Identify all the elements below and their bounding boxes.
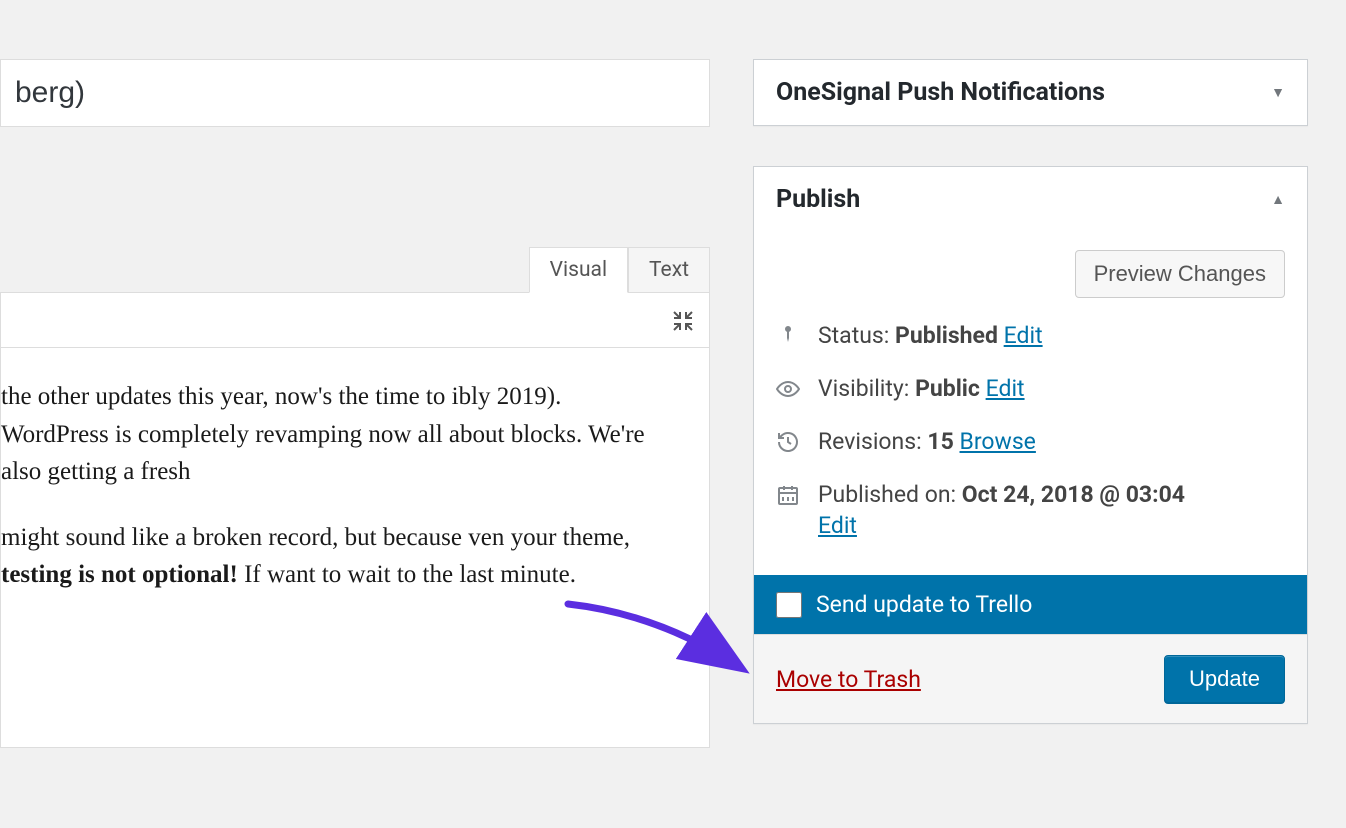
trello-row: Send update to Trello [754, 575, 1307, 634]
post-title-input[interactable] [0, 59, 710, 127]
preview-changes-button[interactable]: Preview Changes [1075, 250, 1285, 298]
published-value: Oct 24, 2018 @ 03:04 [962, 481, 1185, 508]
onesignal-metabox: OneSignal Push Notifications ▼ [753, 59, 1308, 126]
browse-revisions-link[interactable]: Browse [960, 428, 1036, 455]
trello-label: Send update to Trello [816, 591, 1032, 618]
status-label: Status: [818, 322, 895, 349]
trello-checkbox[interactable] [776, 592, 802, 618]
visibility-label: Visibility: [818, 375, 915, 402]
edit-status-link[interactable]: Edit [1004, 322, 1043, 349]
calendar-icon [776, 483, 800, 507]
update-button[interactable]: Update [1164, 655, 1285, 703]
pin-icon [776, 324, 800, 348]
distraction-free-icon[interactable] [671, 309, 695, 333]
publish-toggle[interactable]: Publish ▲ [754, 167, 1307, 232]
publish-title: Publish [776, 185, 860, 214]
backup-icon [776, 430, 800, 454]
editor-strong-text: testing is not optional! [1, 561, 238, 588]
tab-text[interactable]: Text [628, 247, 710, 293]
eye-icon [776, 377, 800, 401]
onesignal-title: OneSignal Push Notifications [776, 78, 1105, 107]
tab-visual[interactable]: Visual [529, 247, 628, 293]
editor-paragraph: the other updates this year, now's the t… [1, 383, 645, 485]
move-to-trash-link[interactable]: Move to Trash [776, 666, 921, 693]
editor-paragraph: If want to wait to the last minute. [238, 561, 576, 588]
visibility-value: Public [915, 375, 980, 402]
editor-content[interactable]: the other updates this year, now's the t… [0, 348, 710, 748]
editor-toolbar [0, 292, 710, 348]
status-value: Published [895, 322, 998, 349]
editor-paragraph: might sound like a broken record, but be… [1, 524, 630, 551]
publish-metabox: Publish ▲ Preview Changes Status: Publis… [753, 166, 1308, 724]
published-label: Published on: [818, 481, 962, 508]
editor-tabs: Visual Text [0, 247, 710, 293]
revisions-label: Revisions: [818, 428, 927, 455]
chevron-up-icon: ▲ [1271, 191, 1285, 208]
edit-date-link[interactable]: Edit [818, 512, 857, 539]
edit-visibility-link[interactable]: Edit [986, 375, 1025, 402]
onesignal-toggle[interactable]: OneSignal Push Notifications ▼ [754, 60, 1307, 125]
chevron-down-icon: ▼ [1271, 84, 1285, 101]
revisions-value: 15 [927, 428, 953, 455]
